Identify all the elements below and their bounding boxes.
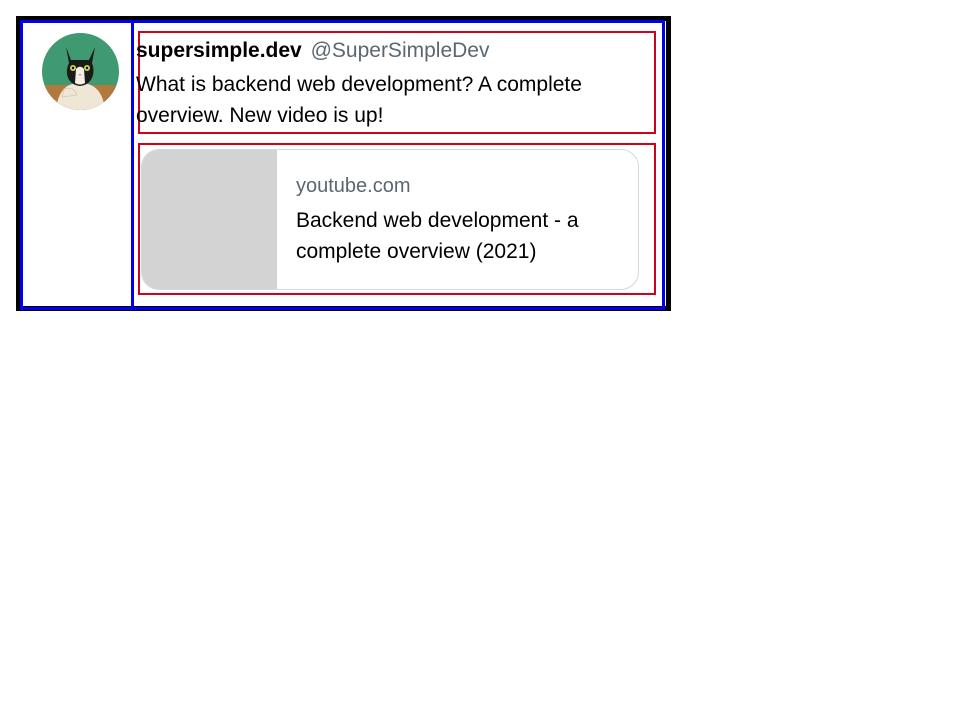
link-preview-card[interactable]: youtube.com Backend web development - a … [141,149,639,290]
tweet-text: What is backend web development? A compl… [136,73,582,127]
link-title: Backend web development - a complete ove… [296,209,579,263]
tweet-header: supersimple.dev @SuperSimpleDev [136,37,489,65]
link-domain: youtube.com [296,175,411,197]
author-handle[interactable]: @SuperSimpleDev [311,39,490,62]
cat-avatar-icon [42,33,119,110]
author-name[interactable]: supersimple.dev [136,39,302,62]
profile-avatar[interactable] [42,33,119,110]
link-thumbnail [142,150,277,289]
